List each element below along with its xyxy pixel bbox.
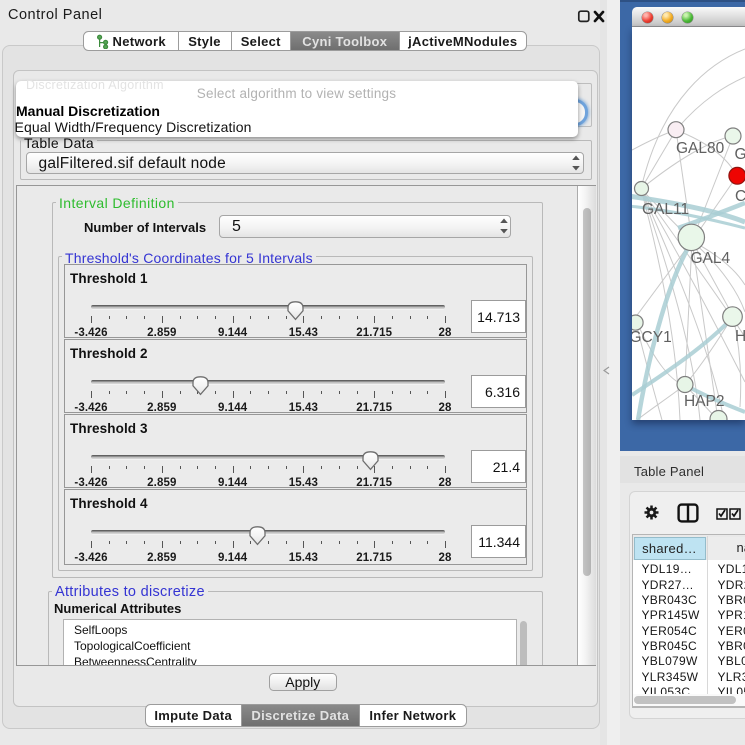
svg-text:GA: GA — [735, 146, 745, 163]
svg-text:GAL4: GAL4 — [691, 250, 731, 267]
svg-text:GAL11: GAL11 — [642, 201, 689, 218]
svg-text:H: H — [735, 328, 745, 345]
svg-text:CD: CD — [735, 188, 745, 205]
svg-text:GCY1: GCY1 — [632, 329, 672, 346]
svg-text:HAP2: HAP2 — [684, 393, 725, 410]
svg-text:GAL80: GAL80 — [676, 140, 725, 157]
